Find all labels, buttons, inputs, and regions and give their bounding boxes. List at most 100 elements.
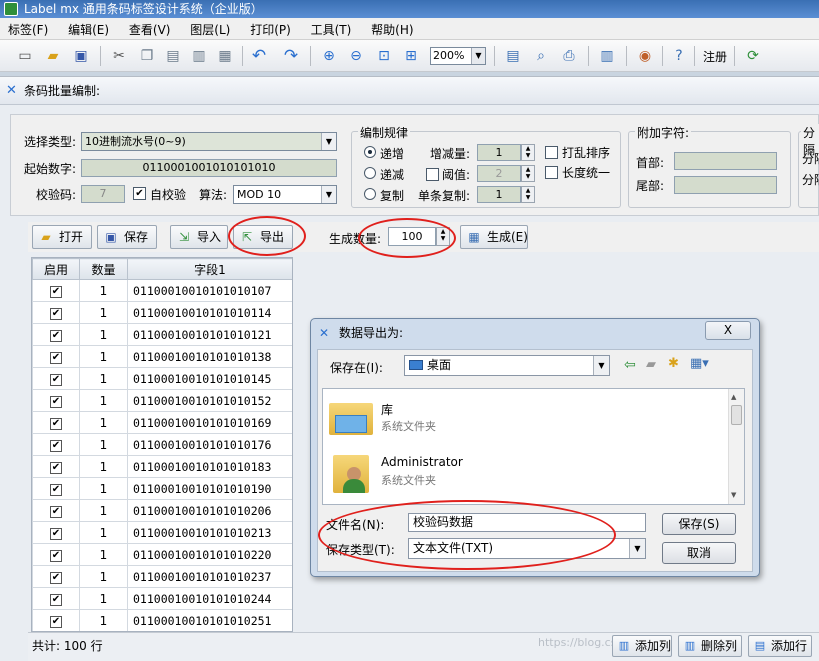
open-folder-icon[interactable]: ▰ (42, 45, 64, 67)
table-row[interactable]: ✔ 1 01100010010101010190 (32, 477, 292, 500)
row-field1[interactable]: 01100010010101010190 (127, 477, 292, 500)
menu-print[interactable]: 打印(P) (242, 18, 299, 40)
scroll-down-icon[interactable]: ▼ (731, 491, 736, 499)
file-list-scrollbar[interactable]: ▲ ▼ (728, 389, 744, 504)
row-enabled-checkbox[interactable]: ✔ (32, 455, 80, 478)
col-field1[interactable]: 字段1 (127, 258, 292, 280)
row-field1[interactable]: 01100010010101010206 (127, 499, 292, 522)
list-item[interactable]: 库 系统文件夹 (327, 391, 727, 443)
col-qty[interactable]: 数量 (79, 258, 128, 280)
undo-icon[interactable]: ↶ (248, 45, 270, 67)
rule-inc-radio[interactable] (364, 146, 376, 158)
row-field1[interactable]: 01100010010101010114 (127, 301, 292, 324)
row-field1[interactable]: 01100010010101010220 (127, 543, 292, 566)
save-icon[interactable]: ▣ (70, 45, 92, 67)
row-enabled-checkbox[interactable]: ✔ (32, 477, 80, 500)
actual-size-icon[interactable]: ⊞ (400, 45, 422, 67)
row-qty[interactable]: 1 (79, 521, 128, 544)
threshold-stepper[interactable]: ▲ ▼ (521, 165, 535, 182)
row-qty[interactable]: 1 (79, 477, 128, 500)
row-qty[interactable]: 1 (79, 433, 128, 456)
table-row[interactable]: ✔ 1 01100010010101010237 (32, 565, 292, 588)
filename-input[interactable]: 校验码数据 (408, 513, 646, 532)
open-button[interactable]: ▰ 打开 (32, 225, 92, 249)
split-option-a[interactable]: 分隔 (802, 150, 819, 167)
row-enabled-checkbox[interactable]: ✔ (32, 565, 80, 588)
add-row-button[interactable]: ▤ 添加行 (748, 635, 812, 657)
view-menu-icon[interactable]: ▦▾ (690, 356, 709, 371)
close-button[interactable]: X (705, 321, 751, 340)
row-qty[interactable]: 1 (79, 543, 128, 566)
import-button[interactable]: ⇲ 导入 (170, 225, 228, 249)
row-qty[interactable]: 1 (79, 389, 128, 412)
up-folder-icon[interactable]: ▰ (646, 357, 656, 372)
scroll-thumb[interactable] (731, 405, 742, 425)
list-item[interactable]: Administrator 系统文件夹 (327, 445, 727, 497)
suffix-field[interactable] (674, 176, 777, 194)
table-row[interactable]: ✔ 1 01100010010101010213 (32, 521, 292, 544)
start-number-field[interactable]: 0110001001010101010 (81, 159, 337, 177)
row-field1[interactable]: 01100010010101010213 (127, 521, 292, 544)
generate-button[interactable]: ▦ 生成(E) (460, 225, 528, 249)
print-preview-icon[interactable]: ⌕ (530, 45, 552, 67)
menu-view[interactable]: 查看(V) (121, 18, 179, 40)
step-field[interactable]: 1 (477, 144, 521, 161)
row-qty[interactable]: 1 (79, 565, 128, 588)
menu-help[interactable]: 帮助(H) (363, 18, 421, 40)
fit-page-icon[interactable]: ⊡ (373, 45, 395, 67)
row-qty[interactable]: 1 (79, 323, 128, 346)
row-enabled-checkbox[interactable]: ✔ (32, 389, 80, 412)
row-qty[interactable]: 1 (79, 345, 128, 368)
row-field1[interactable]: 01100010010101010145 (127, 367, 292, 390)
row-qty[interactable]: 1 (79, 301, 128, 324)
menu-layer[interactable]: 图层(L) (182, 18, 238, 40)
threshold-field[interactable]: 2 (477, 165, 521, 182)
save-in-select[interactable]: 桌面 ▼ (404, 355, 610, 376)
scroll-up-icon[interactable]: ▲ (731, 393, 736, 401)
zoom-select[interactable]: 200% ▼ (430, 47, 486, 65)
save-button[interactable]: ▣ 保存 (97, 225, 157, 249)
row-enabled-checkbox[interactable]: ✔ (32, 543, 80, 566)
row-enabled-checkbox[interactable]: ✔ (32, 587, 80, 610)
row-enabled-checkbox[interactable]: ✔ (32, 411, 80, 434)
table-row[interactable]: ✔ 1 01100010010101010138 (32, 345, 292, 368)
rule-copy-radio[interactable] (364, 188, 376, 200)
auto-check-checkbox[interactable]: ✔ (133, 187, 146, 200)
menu-label[interactable]: 标签(F) (0, 18, 56, 40)
menu-tools[interactable]: 工具(T) (303, 18, 360, 40)
table-row[interactable]: ✔ 1 01100010010101010220 (32, 543, 292, 566)
cut-icon[interactable]: ✂ (108, 45, 130, 67)
database-icon[interactable]: ▥ (596, 45, 618, 67)
table-row[interactable]: ✔ 1 01100010010101010107 (32, 279, 292, 302)
row-field1[interactable]: 01100010010101010121 (127, 323, 292, 346)
row-qty[interactable]: 1 (79, 587, 128, 610)
step-stepper[interactable]: ▲ ▼ (521, 144, 535, 161)
table-row[interactable]: ✔ 1 01100010010101010206 (32, 499, 292, 522)
row-field1[interactable]: 01100010010101010138 (127, 345, 292, 368)
split-option-b[interactable]: 分隔 (802, 171, 819, 188)
copy-count-stepper[interactable]: ▲ ▼ (521, 186, 535, 203)
update-icon[interactable]: ⟳ (742, 45, 764, 67)
paste-special-icon[interactable]: ▥ (188, 45, 210, 67)
table-row[interactable]: ✔ 1 01100010010101010121 (32, 323, 292, 346)
row-field1[interactable]: 01100010010101010251 (127, 609, 292, 631)
register-button[interactable]: 注册 (702, 45, 728, 67)
row-enabled-checkbox[interactable]: ✔ (32, 323, 80, 346)
count-field[interactable]: 100 (388, 227, 436, 246)
new-file-icon[interactable]: ▭ (14, 45, 36, 67)
check-code-field[interactable]: 7 (81, 185, 125, 203)
dialog-cancel-button[interactable]: 取消 (662, 542, 736, 564)
row-field1[interactable]: 01100010010101010107 (127, 279, 292, 302)
row-field1[interactable]: 01100010010101010169 (127, 411, 292, 434)
page-setup-icon[interactable]: ▤ (502, 45, 524, 67)
row-enabled-checkbox[interactable]: ✔ (32, 279, 80, 302)
shuffle-checkbox[interactable] (545, 146, 558, 159)
row-enabled-checkbox[interactable]: ✔ (32, 301, 80, 324)
prefix-field[interactable] (674, 152, 777, 170)
row-qty[interactable]: 1 (79, 367, 128, 390)
copy-icon[interactable]: ❐ (136, 45, 158, 67)
table-row[interactable]: ✔ 1 01100010010101010176 (32, 433, 292, 456)
row-qty[interactable]: 1 (79, 455, 128, 478)
table-row[interactable]: ✔ 1 01100010010101010251 (32, 609, 292, 631)
copy-count-field[interactable]: 1 (477, 186, 521, 203)
